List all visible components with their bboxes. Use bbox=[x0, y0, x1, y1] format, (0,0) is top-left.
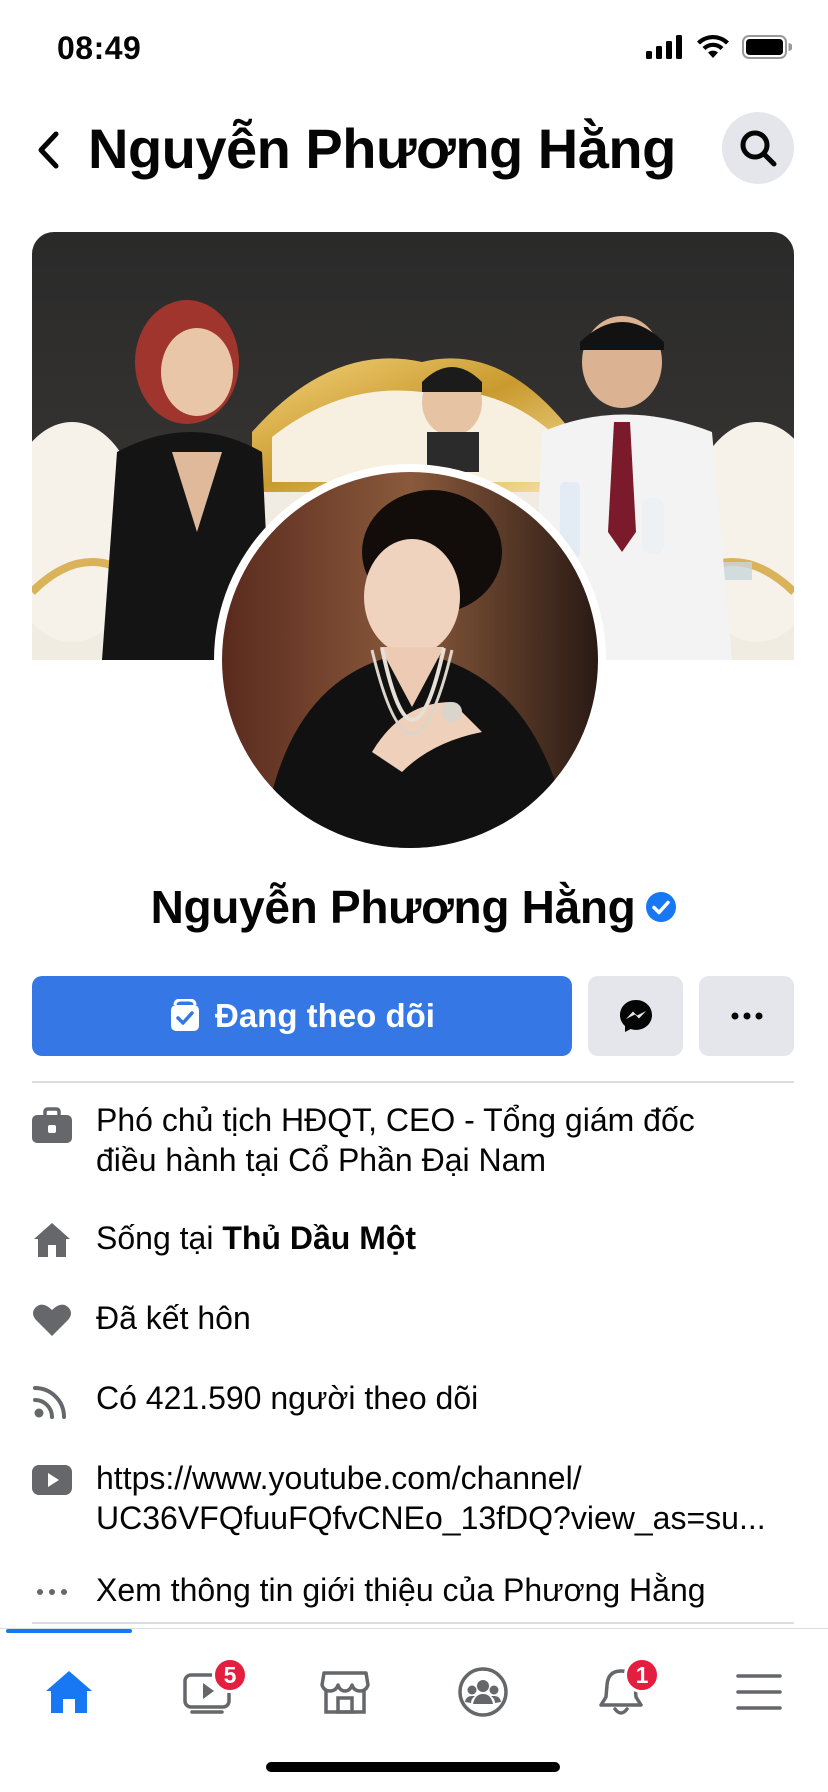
work-line-2[interactable]: điều hành tại Cổ Phần Đại Nam bbox=[96, 1140, 796, 1180]
profile-name: Nguyễn Phương Hằng bbox=[150, 881, 636, 933]
avatar bbox=[222, 472, 598, 848]
avatar-image bbox=[222, 472, 598, 848]
youtube-link-line-2[interactable]: UC36VFQfuuFQfvCNEo_13fDQ?view_as=su... bbox=[96, 1498, 796, 1538]
status-time: 08:49 bbox=[57, 30, 142, 66]
work-text: Phó chủ tịch HĐQT, CEO - Tổng giám đốc đ… bbox=[96, 1100, 796, 1180]
youtube-link[interactable]: https://www.youtube.com/channel/ UC36VFQ… bbox=[96, 1458, 796, 1538]
relationship-text: Đã kết hôn bbox=[96, 1300, 251, 1336]
wifi-icon bbox=[697, 35, 729, 58]
status-bar: 08:49 bbox=[0, 0, 828, 100]
notifications-badge: 1 bbox=[624, 1657, 660, 1693]
work-line-1: Phó chủ tịch HĐQT, CEO - Tổng giám đốc bbox=[96, 1102, 695, 1138]
lives-in-text: Sống tại Thủ Dầu Một bbox=[96, 1218, 796, 1258]
briefcase-icon bbox=[30, 1104, 74, 1148]
more-horizontal-icon bbox=[731, 1012, 762, 1020]
divider bbox=[32, 1622, 794, 1624]
tab-home[interactable] bbox=[14, 1647, 124, 1737]
search-button[interactable] bbox=[722, 112, 794, 184]
groups-icon bbox=[458, 1667, 508, 1717]
profile-name-row: Nguyễn Phương Hằng bbox=[0, 880, 828, 934]
tab-marketplace[interactable] bbox=[290, 1647, 400, 1737]
lives-in-city[interactable]: Thủ Dầu Một bbox=[222, 1220, 416, 1256]
see-about-text[interactable]: Xem thông tin giới thiệu của Phương Hằng bbox=[96, 1570, 796, 1610]
status-icons bbox=[646, 34, 792, 59]
header: Nguyễn Phương Hằng bbox=[0, 100, 828, 200]
tab-groups[interactable] bbox=[428, 1647, 538, 1737]
youtube-link-line-1[interactable]: https://www.youtube.com/channel/ bbox=[96, 1458, 796, 1498]
back-button[interactable] bbox=[26, 126, 70, 174]
tab-notifications[interactable]: 1 bbox=[566, 1647, 676, 1737]
ellipsis-icon bbox=[30, 1570, 74, 1614]
followers-text: Có 421.590 người theo dõi bbox=[96, 1380, 479, 1416]
following-check-icon bbox=[171, 999, 199, 1031]
tab-menu[interactable] bbox=[704, 1647, 814, 1737]
youtube-icon bbox=[30, 1458, 74, 1502]
cellular-signal-icon bbox=[646, 34, 682, 59]
following-button[interactable]: Đang theo dõi bbox=[32, 976, 572, 1056]
house-icon bbox=[30, 1218, 74, 1262]
marketplace-icon bbox=[320, 1671, 370, 1714]
home-indicator[interactable] bbox=[266, 1762, 560, 1772]
messenger-icon bbox=[619, 1000, 652, 1032]
search-icon bbox=[740, 130, 777, 167]
page-title: Nguyễn Phương Hằng bbox=[88, 117, 676, 180]
more-options-button[interactable] bbox=[699, 976, 794, 1056]
menu-icon bbox=[736, 1674, 782, 1710]
home-icon bbox=[46, 1671, 92, 1713]
divider bbox=[32, 1081, 794, 1083]
profile-picture[interactable] bbox=[214, 464, 606, 856]
profile-actions: Đang theo dõi bbox=[32, 976, 794, 1056]
verified-badge-icon bbox=[646, 892, 677, 922]
following-button-label: Đang theo dõi bbox=[215, 997, 435, 1034]
rss-icon bbox=[30, 1378, 74, 1422]
lives-in-prefix: Sống tại bbox=[96, 1220, 223, 1256]
chevron-left-icon bbox=[38, 131, 59, 169]
message-button[interactable] bbox=[588, 976, 683, 1056]
heart-icon bbox=[30, 1298, 74, 1342]
video-badge: 5 bbox=[212, 1657, 248, 1693]
active-tab-indicator bbox=[6, 1629, 132, 1633]
tab-watch[interactable]: 5 bbox=[152, 1647, 262, 1737]
battery-icon bbox=[742, 34, 792, 59]
